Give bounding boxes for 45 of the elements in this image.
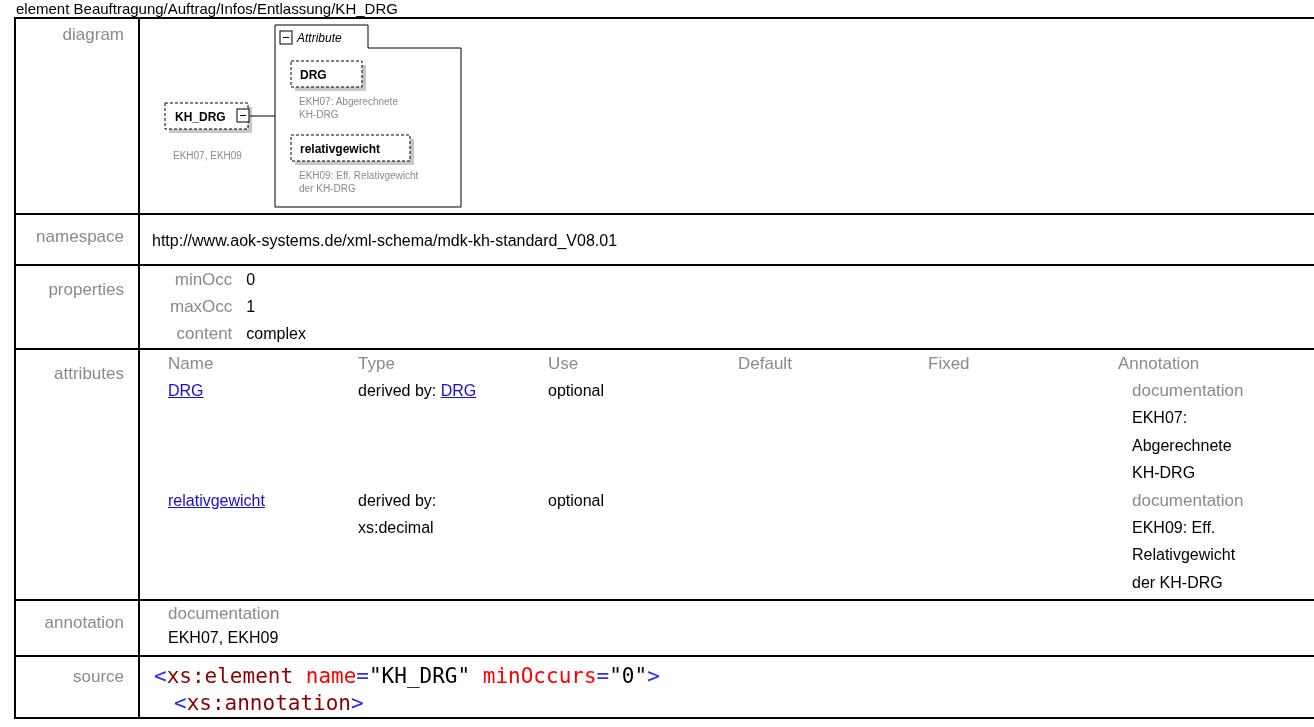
- row-label: diagram: [62, 25, 124, 44]
- annotation-label: documentation: [1132, 489, 1245, 512]
- connector-line: [249, 115, 276, 117]
- collapse-icon[interactable]: [236, 108, 250, 123]
- column-header: Name: [168, 354, 214, 373]
- row-label: source: [72, 667, 124, 686]
- collapse-icon[interactable]: [279, 30, 293, 45]
- annotation-label: documentation: [168, 603, 281, 625]
- code-line: <xs:annotation>: [174, 691, 364, 715]
- element-node: KH_DRG: [164, 102, 252, 133]
- element-note: EKH07, EKH09: [173, 150, 242, 161]
- property-name: content: [175, 323, 233, 345]
- annotation-text: EKH09: Eff. Relativgewicht der KH-DRG: [1132, 517, 1237, 593]
- attribute-link[interactable]: DRG: [168, 382, 204, 399]
- column-header: Type: [358, 354, 395, 373]
- type-link[interactable]: DRG: [440, 382, 477, 399]
- attribute-note: EKH07: Abgerechnete KH-DRG: [299, 96, 398, 120]
- page-heading: element Beauftragung/Auftrag/Infos/Entlassung/KH_DRG: [15, 0, 399, 17]
- attribute-link[interactable]: relativgewicht: [168, 491, 265, 509]
- attribute-node: DRG: [290, 60, 366, 91]
- column-header: Use: [548, 354, 579, 373]
- namespace-value: http://www.aok-systems.de/xml-schema/mdk-kh-standard_V08.01: [152, 232, 618, 249]
- type-text: derived by:: [358, 382, 437, 399]
- property-value: 1: [246, 297, 257, 317]
- row-label: attributes: [54, 364, 124, 383]
- property-value: 0: [246, 270, 257, 290]
- property-name: minOcc: [173, 269, 233, 291]
- group-title: Attribute: [297, 31, 342, 45]
- annotation-text: EKH07, EKH09: [168, 628, 280, 648]
- row-label: annotation: [44, 613, 124, 632]
- code-line: <xs:element name="KH_DRG" minOccurs="0">: [154, 664, 660, 688]
- column-header: Default: [738, 354, 792, 373]
- row-label: namespace: [36, 227, 124, 246]
- column-header: Annotation: [1118, 354, 1200, 373]
- annotation-text: EKH07: Abgerechnete KH-DRG: [1132, 408, 1233, 483]
- property-value: complex: [246, 324, 306, 344]
- attribute-node: relativgewicht: [290, 134, 414, 165]
- type-text: derived by: xs:decimal: [358, 491, 437, 536]
- use-value: optional: [548, 382, 605, 399]
- property-name: maxOcc: [170, 296, 233, 318]
- annotation-label: documentation: [1132, 380, 1245, 402]
- row-label: properties: [48, 280, 124, 299]
- attribute-note: EKH09: Eff. Relativgewicht der KH-DRG: [299, 170, 419, 194]
- use-value: optional: [548, 491, 605, 509]
- column-header: Fixed: [928, 354, 970, 373]
